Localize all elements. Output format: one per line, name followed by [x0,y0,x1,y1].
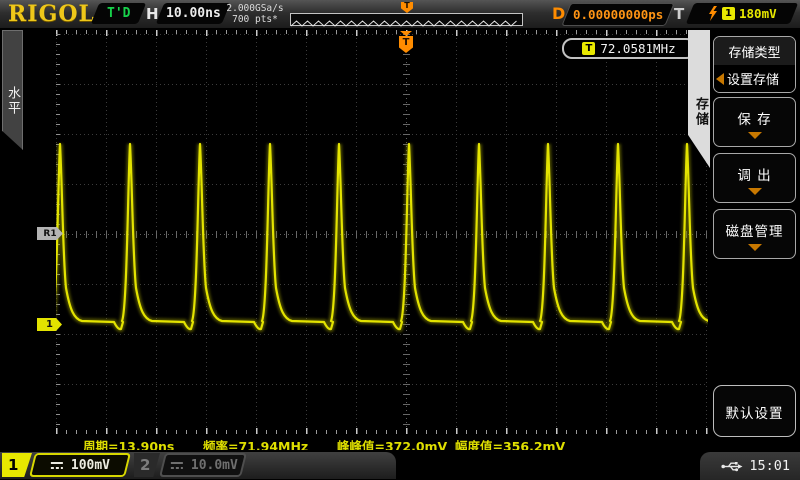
save-label: 保 存 [714,108,795,128]
recall-label: 调 出 [714,164,795,184]
trigger-position-flag-icon: T [399,36,413,53]
trigger-position-marker[interactable]: T [399,31,413,53]
channel2-scale: 10.0mV [191,458,238,473]
sample-rate-block: 2.000GSa/s 700 pts* [226,3,284,25]
trigger-status-badge: T'D [91,3,146,24]
disk-manage-label: 磁盘管理 [714,220,795,240]
trigger-position-arrow-icon [400,31,412,36]
waveform-graticule [56,30,708,434]
dc-coupling-icon [169,460,185,471]
channel2-scale-box[interactable]: 10.0mV [159,453,247,477]
counter-frequency-value: 72.0581MHz [600,41,675,56]
usb-icon [721,460,743,473]
memory-points: 700 pts* [226,14,284,25]
oscilloscope-screen: RIGOL T'D H 10.00ns 2.000GSa/s 700 pts* … [0,0,800,480]
trigger-source-chip: 1 [722,7,735,20]
memory-depth-bar [290,13,523,26]
menu-button-recall[interactable]: 调 出 [713,153,796,203]
channel1-scale-box[interactable]: 100mV [29,453,131,477]
timebase-value: 10.00ns [166,6,221,21]
trigger-settings-badge: 1 180mV [686,3,798,24]
storage-type-label: 存储类型 [714,37,795,65]
tab-horizontal[interactable]: 水平 [2,30,23,150]
clock-time: 15:01 [749,458,790,474]
menu-item-storage-type[interactable]: 存储类型 设置存储 [713,36,796,93]
memory-waveform-icon [291,18,520,29]
timebase-badge: 10.00ns [156,3,230,24]
sample-rate: 2.000GSa/s [226,3,284,14]
bottom-channel-bar: 1 100mV 2 10.0mV [0,450,800,480]
dc-coupling-icon [49,460,65,471]
rigol-logo: RIGOL [8,1,95,27]
menu-button-save[interactable]: 保 存 [713,97,796,147]
trigger-level-value: 180mV [739,6,777,21]
grid-lines [56,32,708,434]
counter-trigger-chip: T [582,42,595,55]
memory-trigger-position-icon[interactable]: T [401,2,413,13]
trigger-label: T [674,5,684,23]
storage-menu-panel: 存储类型 设置存储 保 存 调 出 磁盘管理 默认设置 [710,28,800,452]
down-arrow-icon [748,132,762,139]
down-arrow-icon [748,244,762,251]
storage-type-value: 设置存储 [727,69,779,88]
left-arrow-icon [716,73,724,85]
channel1-scale: 100mV [71,458,110,473]
down-arrow-icon [748,188,762,195]
trigger-delay-value: 0.00000000ps [573,7,663,22]
waveform-trace-glow [56,144,708,329]
trigger-delay-badge: 0.00000000ps [561,3,674,26]
menu-button-default-setup[interactable]: 默认设置 [713,385,796,437]
top-status-bar: RIGOL T'D H 10.00ns 2.000GSa/s 700 pts* … [0,0,800,28]
frequency-counter-readout: T 72.0581MHz [562,38,696,59]
trigger-edge-icon [708,6,718,21]
menu-button-disk-manage[interactable]: 磁盘管理 [713,209,796,259]
default-setup-label: 默认设置 [714,402,795,422]
clock-panel: 15:01 [700,452,800,480]
trigger-status-text: T'D [107,6,130,21]
